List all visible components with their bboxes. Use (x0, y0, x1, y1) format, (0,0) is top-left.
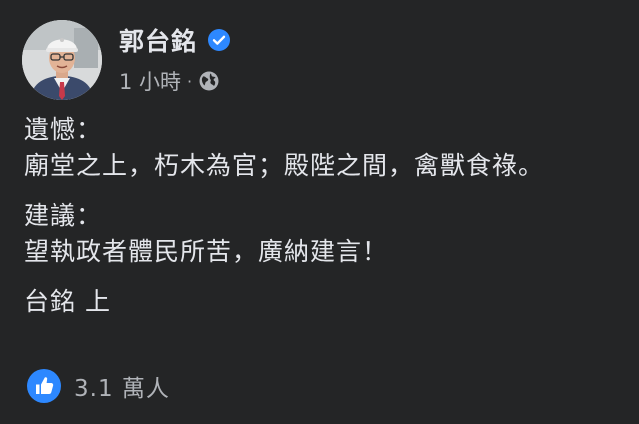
post-paragraph: 台銘 上 (24, 284, 624, 320)
post-body: 遺憾： 廟堂之上，朽木為官；殿陛之間，禽獸食祿。 建議： 望執政者體民所苦，廣納… (24, 112, 624, 334)
avatar-photo (22, 20, 102, 100)
verified-badge-icon (207, 28, 231, 52)
post-paragraph: 遺憾： 廟堂之上，朽木為官；殿陛之間，禽獸食祿。 (24, 112, 624, 184)
post-line: 廟堂之上，朽木為官；殿陛之間，禽獸食祿。 (24, 151, 545, 180)
post-meta: 1 小時 · (119, 66, 220, 96)
post-line: 遺憾： (24, 115, 103, 144)
globe-icon[interactable] (198, 70, 220, 92)
post-timestamp[interactable]: 1 小時 (119, 66, 181, 96)
post-paragraph: 建議： 望執政者體民所苦，廣納建言！ (24, 198, 624, 270)
post-signature: 台銘 上 (24, 287, 111, 316)
facebook-post: 郭台銘 1 小時 · 遺憾： 廟堂之上，朽木為官；殿陛之間，禽獸食祿。 建議： … (0, 0, 639, 424)
author-name[interactable]: 郭台銘 (119, 22, 197, 58)
avatar[interactable] (22, 20, 102, 100)
post-line: 望執政者體民所苦，廣納建言！ (24, 237, 389, 266)
reactions-summary[interactable]: 3.1 萬人 (26, 368, 170, 404)
post-header: 郭台銘 (119, 22, 231, 58)
meta-separator: · (187, 71, 193, 91)
post-line: 建議： (24, 201, 103, 230)
reaction-count: 3.1 萬人 (74, 376, 170, 402)
like-icon (26, 368, 62, 404)
